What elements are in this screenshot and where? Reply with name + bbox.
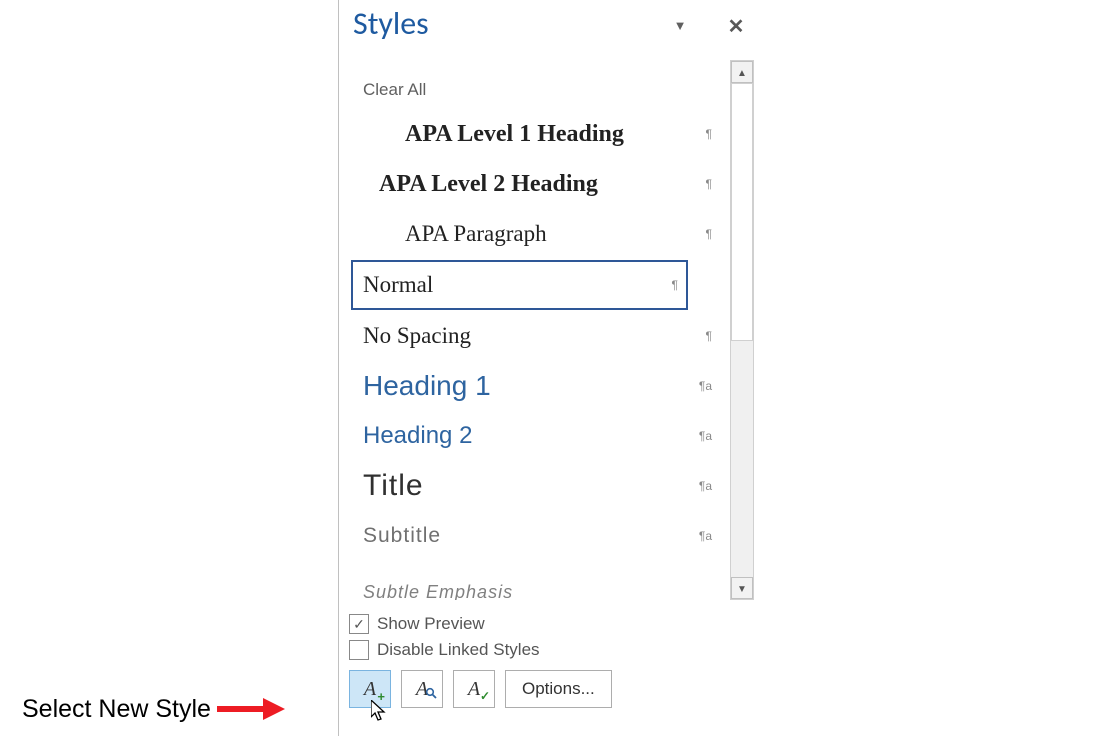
checkbox-icon: ✓ xyxy=(349,614,369,634)
style-label: Title xyxy=(363,469,424,503)
close-icon[interactable]: ✕ xyxy=(726,16,746,36)
pane-header: Styles ▼ ✕ xyxy=(339,0,754,54)
style-item-title[interactable]: Title ¶a xyxy=(347,462,728,510)
letter-a-icon: A xyxy=(364,678,376,701)
letter-a-icon: A xyxy=(468,678,480,701)
paragraph-icon: ¶ xyxy=(672,278,678,292)
style-item-apa-level-1-heading[interactable]: APA Level 1 Heading ¶ xyxy=(347,110,728,158)
plus-icon: + xyxy=(377,689,385,704)
style-label: No Spacing xyxy=(363,323,471,349)
style-item-subtitle[interactable]: Subtitle ¶a xyxy=(347,512,728,560)
linked-style-icon: ¶a xyxy=(699,479,712,493)
pane-options-dropdown[interactable]: ▼ xyxy=(670,16,690,36)
scroll-down-button[interactable]: ▼ xyxy=(731,577,753,599)
styles-pane: Styles ▼ ✕ Clear All APA Level 1 Heading… xyxy=(338,0,754,736)
show-preview-checkbox[interactable]: ✓ Show Preview xyxy=(349,614,744,634)
checkbox-label: Disable Linked Styles xyxy=(377,640,540,660)
options-button[interactable]: Options... xyxy=(505,670,612,708)
checkbox-icon xyxy=(349,640,369,660)
style-item-heading-1[interactable]: Heading 1 ¶a xyxy=(347,362,728,410)
style-item-no-spacing[interactable]: No Spacing ¶ xyxy=(347,312,728,360)
annotation: Select New Style xyxy=(22,694,287,724)
style-item-apa-paragraph[interactable]: APA Paragraph ¶ xyxy=(347,210,728,258)
arrow-icon xyxy=(217,700,287,718)
paragraph-icon: ¶ xyxy=(706,177,712,191)
paragraph-icon: ¶ xyxy=(706,227,712,241)
vertical-scrollbar[interactable]: ▲ ▼ xyxy=(730,60,754,600)
linked-style-icon: ¶a xyxy=(699,529,712,543)
style-label: Heading 2 xyxy=(363,422,472,450)
styles-toolbar: A + A A ✓ Options... xyxy=(349,670,744,708)
check-icon: ✓ xyxy=(480,689,490,704)
scroll-track[interactable] xyxy=(731,341,753,577)
scroll-up-button[interactable]: ▲ xyxy=(731,61,753,83)
disable-linked-styles-checkbox[interactable]: Disable Linked Styles xyxy=(349,640,744,660)
magnifier-icon xyxy=(425,687,437,703)
linked-style-icon: ¶a xyxy=(699,379,712,393)
pane-title: Styles xyxy=(353,0,429,48)
style-label: Subtitle xyxy=(363,524,441,548)
manage-styles-button[interactable]: A ✓ xyxy=(453,670,495,708)
style-item-normal-selected[interactable]: Normal ¶ xyxy=(351,260,688,310)
styles-list: Clear All APA Level 1 Heading ¶ APA Leve… xyxy=(347,60,728,600)
new-style-button[interactable]: A + xyxy=(349,670,391,708)
pane-footer: ✓ Show Preview Disable Linked Styles A +… xyxy=(349,608,744,736)
style-label: Heading 1 xyxy=(363,370,491,402)
scroll-thumb[interactable] xyxy=(731,83,753,341)
paragraph-icon: ¶ xyxy=(706,329,712,343)
paragraph-icon: ¶ xyxy=(706,127,712,141)
style-item-truncated[interactable]: Subtle Emphasis xyxy=(347,562,728,600)
style-label: APA Level 2 Heading xyxy=(363,171,598,198)
style-inspector-button[interactable]: A xyxy=(401,670,443,708)
style-label: Normal xyxy=(363,272,433,298)
style-label: Subtle Emphasis xyxy=(363,582,513,601)
style-item-heading-2[interactable]: Heading 2 ¶a xyxy=(347,412,728,460)
annotation-text: Select New Style xyxy=(22,695,211,724)
style-label: APA Level 1 Heading xyxy=(363,121,624,148)
style-label: Clear All xyxy=(363,80,426,100)
style-item-clear-all[interactable]: Clear All xyxy=(347,72,728,108)
styles-list-viewport: Clear All APA Level 1 Heading ¶ APA Leve… xyxy=(347,60,728,600)
linked-style-icon: ¶a xyxy=(699,429,712,443)
options-label: Options... xyxy=(522,679,595,699)
checkbox-label: Show Preview xyxy=(377,614,485,634)
style-item-apa-level-2-heading[interactable]: APA Level 2 Heading ¶ xyxy=(347,160,728,208)
style-label: APA Paragraph xyxy=(363,221,547,247)
